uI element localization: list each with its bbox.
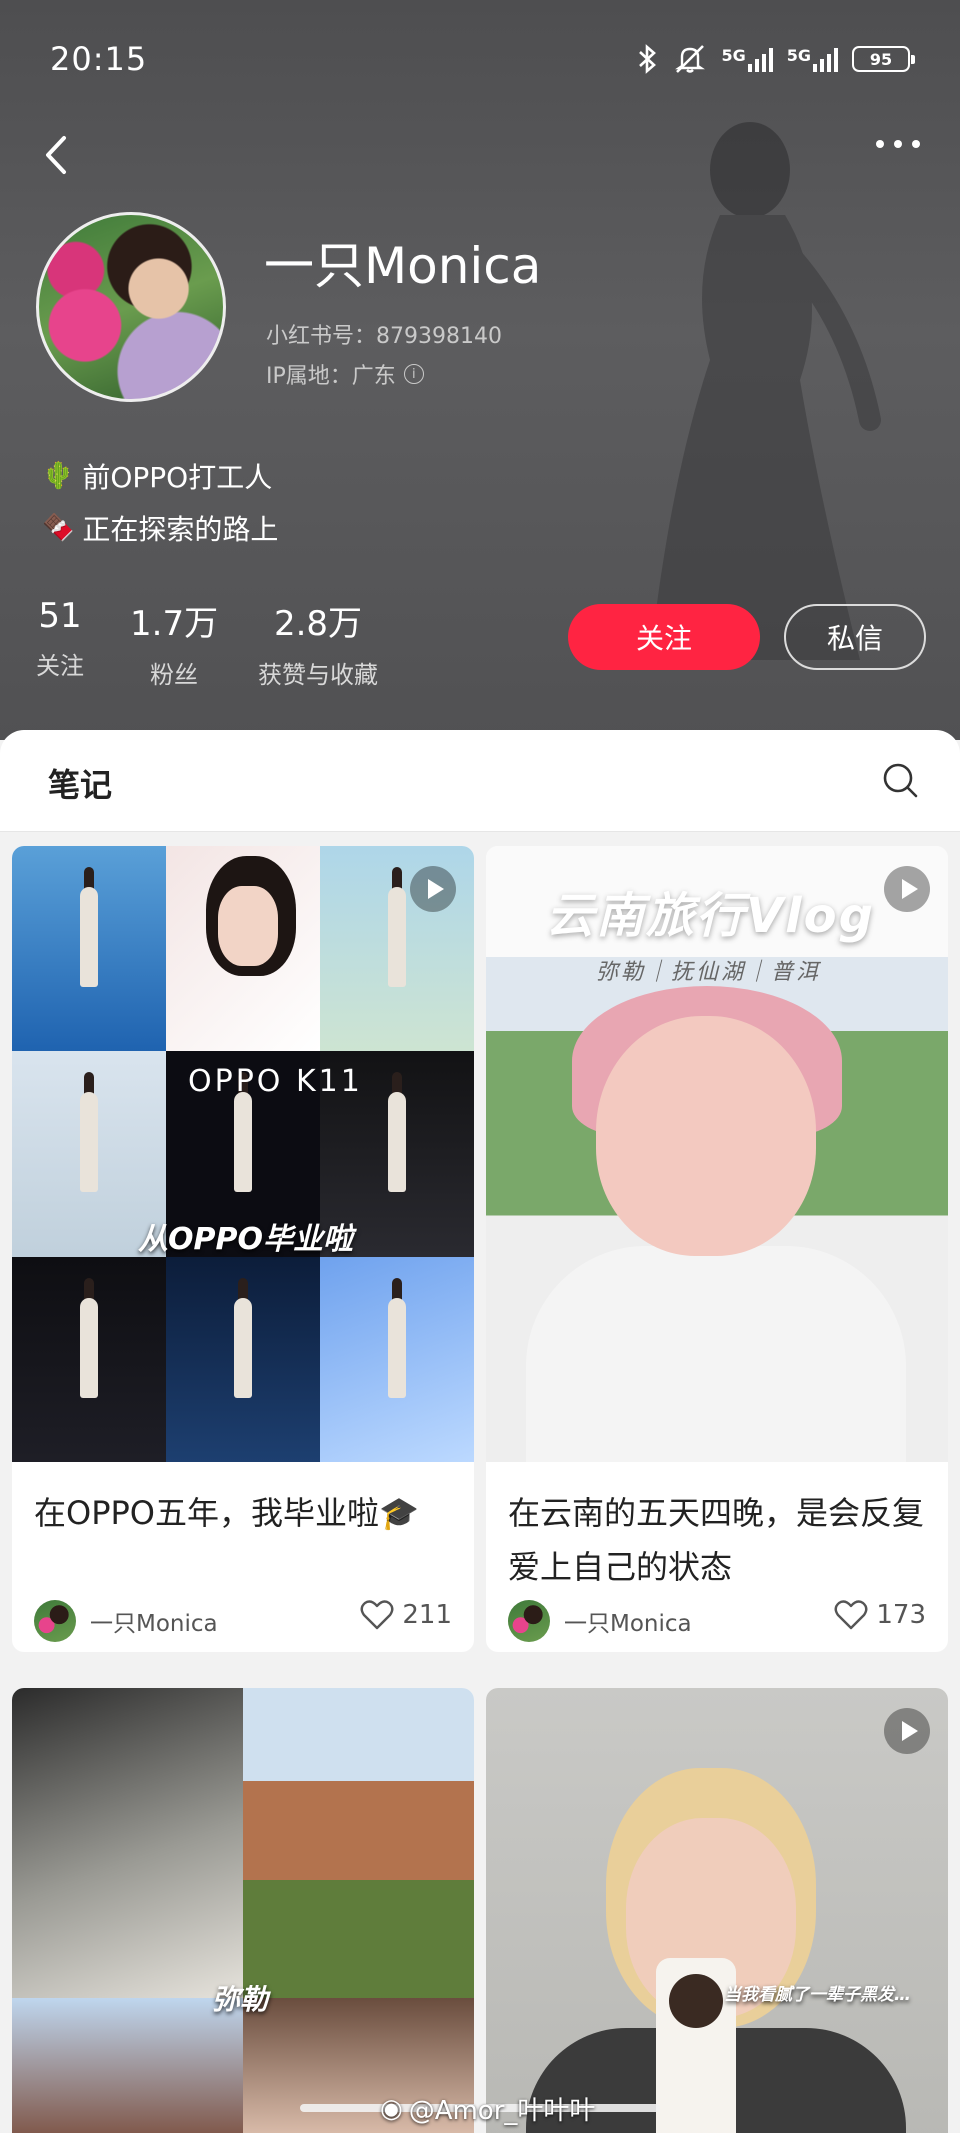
profile-header: 20:15 5G 5G 95 一只Monica 小红书号：879398140 I… (0, 0, 960, 740)
info-icon[interactable]: i (403, 364, 424, 384)
signal-strength-1: 5G (721, 46, 773, 72)
profile-id[interactable]: 小红书号：879398140 (266, 318, 502, 350)
signal-strength-2: 5G (787, 46, 838, 72)
bluetooth-icon (639, 44, 657, 74)
oppo-logo-overlay: OPPO K11 (188, 1064, 363, 1099)
note-card-2[interactable]: 云南旅行Vlog 弥勒｜抚仙湖｜普洱 在云南的五天四晚，是会反复爱上自己的状态 … (486, 846, 948, 1652)
network-type-1: 5G (721, 46, 746, 65)
weibo-icon: ◉ (380, 2093, 403, 2124)
note-thumbnail-1[interactable]: OPPO K11 从OPPO毕业啦 (12, 846, 474, 1462)
message-button[interactable]: 私信 (784, 604, 926, 670)
note-author[interactable]: 一只Monica (34, 1600, 218, 1642)
avatar[interactable] (36, 212, 226, 402)
stat-following-value: 51 (38, 596, 82, 636)
like-button[interactable]: 211 (360, 1600, 452, 1630)
stat-fans-value: 1.7万 (130, 604, 219, 644)
heart-icon (834, 1600, 868, 1630)
note-thumbnail-3[interactable]: 弥勒 (12, 1688, 474, 2133)
mute-bell-icon (675, 45, 706, 73)
bio-line-1: 🌵 前OPPO打工人 (42, 456, 272, 496)
stat-fans[interactable]: 1.7万 粉丝 (130, 596, 218, 690)
selfie-face (596, 1016, 816, 1256)
photo-collage (12, 846, 474, 1462)
play-icon (884, 1708, 930, 1754)
play-icon (884, 866, 930, 912)
watermark: ◉ @Amor_叶叶叶 (380, 2090, 595, 2127)
chocolate-icon: 🍫 (42, 513, 75, 543)
ip-location: IP属地：广东 i (266, 358, 424, 390)
like-count: 211 (402, 1600, 452, 1630)
like-count: 173 (876, 1600, 926, 1630)
bio-line-2: 🍫 正在探索的路上 (42, 508, 278, 548)
stat-likes-value: 2.8万 (273, 604, 363, 644)
author-avatar (508, 1600, 550, 1642)
note-title[interactable]: 在OPPO五年，我毕业啦🎓 (34, 1486, 454, 1540)
author-name: 一只Monica (90, 1611, 218, 1637)
status-icons: 5G 5G 95 (637, 44, 915, 74)
stat-likes-collects[interactable]: 2.8万 获赞与收藏 (258, 596, 378, 690)
note-title[interactable]: 在云南的五天四晚，是会反复爱上自己的状态 (508, 1486, 928, 1594)
stat-following[interactable]: 51 关注 (36, 596, 84, 681)
notes-tab-bar: 笔记 (0, 730, 960, 832)
play-icon (410, 866, 456, 912)
status-time: 20:15 (50, 40, 148, 78)
thumbnail-overlay-title: 云南旅行Vlog (546, 888, 875, 944)
author-avatar (34, 1600, 76, 1642)
stat-fans-label: 粉丝 (150, 661, 199, 689)
background-figure-silhouette (650, 122, 881, 660)
watermark-text: @Amor_叶叶叶 (408, 2096, 596, 2126)
heart-icon (360, 1600, 394, 1630)
note-card-3[interactable]: 弥勒 (12, 1688, 474, 2133)
tab-notes[interactable]: 笔记 (48, 760, 112, 806)
note-author[interactable]: 一只Monica (508, 1600, 692, 1642)
status-bar: 20:15 5G 5G 95 (0, 0, 960, 120)
bio-text-1: 前OPPO打工人 (82, 461, 273, 494)
thumbnail-overlay-text: 从OPPO毕业啦 (138, 1222, 353, 1257)
battery-icon: 95 (852, 46, 915, 72)
stat-following-label: 关注 (36, 652, 84, 680)
profile-name: 一只Monica (264, 237, 542, 295)
battery-level: 95 (869, 49, 893, 69)
thumbnail-overlay-text: 弥勒 (212, 1983, 269, 2016)
author-name: 一只Monica (564, 1611, 692, 1637)
more-options-icon[interactable] (876, 140, 920, 148)
note-card-4[interactable]: 当我看腻了一辈子黑发… (486, 1688, 948, 2133)
note-card-1[interactable]: OPPO K11 从OPPO毕业啦 在OPPO五年，我毕业啦🎓 一只Monica… (12, 846, 474, 1652)
search-icon[interactable] (880, 760, 920, 800)
back-arrow-icon[interactable] (36, 130, 76, 180)
thumbnail-overlay-subtitle: 弥勒｜抚仙湖｜普洱 (596, 960, 822, 985)
ip-location-text: IP属地：广东 (266, 364, 396, 389)
thumbnail-overlay-text: 当我看腻了一辈子黑发… (724, 1985, 911, 2005)
cactus-icon: 🌵 (42, 461, 75, 491)
bio-text-2: 正在探索的路上 (82, 513, 279, 546)
follow-button[interactable]: 关注 (568, 604, 760, 670)
network-type-2: 5G (786, 46, 811, 65)
like-button[interactable]: 173 (834, 1600, 926, 1630)
note-thumbnail-4[interactable]: 当我看腻了一辈子黑发… (486, 1688, 948, 2133)
stat-likes-label: 获赞与收藏 (258, 661, 378, 689)
note-thumbnail-2[interactable]: 云南旅行Vlog 弥勒｜抚仙湖｜普洱 (486, 846, 948, 1462)
